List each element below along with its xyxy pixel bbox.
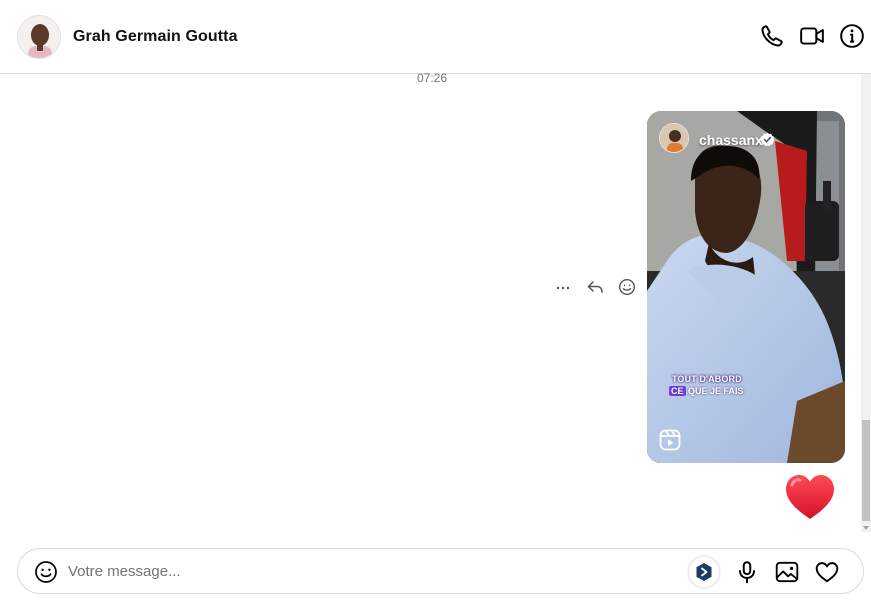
contact-avatar[interactable] xyxy=(17,15,61,59)
scrollbar-thumb[interactable] xyxy=(862,420,870,521)
chat-header: Grah Germain Goutta xyxy=(0,0,871,74)
message-composer xyxy=(17,548,864,594)
emoji-react-icon[interactable] xyxy=(616,276,638,298)
message-input[interactable] xyxy=(68,557,668,585)
reel-caption-line2: CE QUE JE FAIS xyxy=(669,386,744,396)
reel-author-username[interactable]: chassanx xyxy=(699,132,763,148)
message-thread[interactable]: 07:26 chassanx TOUT D'ABORD CE QUE JE FA… xyxy=(0,71,871,536)
reel-caption-highlight: CE xyxy=(669,386,686,396)
verified-badge-icon xyxy=(760,132,775,147)
extension-icon[interactable] xyxy=(689,557,719,587)
video-camera-icon[interactable] xyxy=(799,23,825,49)
reel-caption-line1: TOUT D'ABORD xyxy=(672,374,742,384)
info-icon[interactable] xyxy=(839,23,865,49)
phone-icon[interactable] xyxy=(759,23,785,49)
reel-author-avatar[interactable] xyxy=(659,123,689,153)
reply-icon[interactable] xyxy=(584,276,606,298)
more-icon[interactable] xyxy=(552,276,574,298)
avatar-image xyxy=(18,16,60,58)
shared-reel-card[interactable]: chassanx TOUT D'ABORD CE QUE JE FAIS xyxy=(647,111,845,463)
heart-reaction[interactable] xyxy=(783,472,837,524)
reel-thumbnail xyxy=(647,111,845,463)
scroll-down-arrow-icon[interactable] xyxy=(862,520,870,530)
contact-name[interactable]: Grah Germain Goutta xyxy=(73,28,238,46)
microphone-icon[interactable] xyxy=(734,559,760,585)
image-icon[interactable] xyxy=(774,559,800,585)
reel-caption-rest: QUE JE FAIS xyxy=(688,386,744,396)
emoji-icon[interactable] xyxy=(34,560,58,584)
reels-icon xyxy=(658,428,682,452)
message-actions xyxy=(552,276,648,298)
message-timestamp: 07:26 xyxy=(416,71,448,85)
heart-icon[interactable] xyxy=(814,559,840,585)
